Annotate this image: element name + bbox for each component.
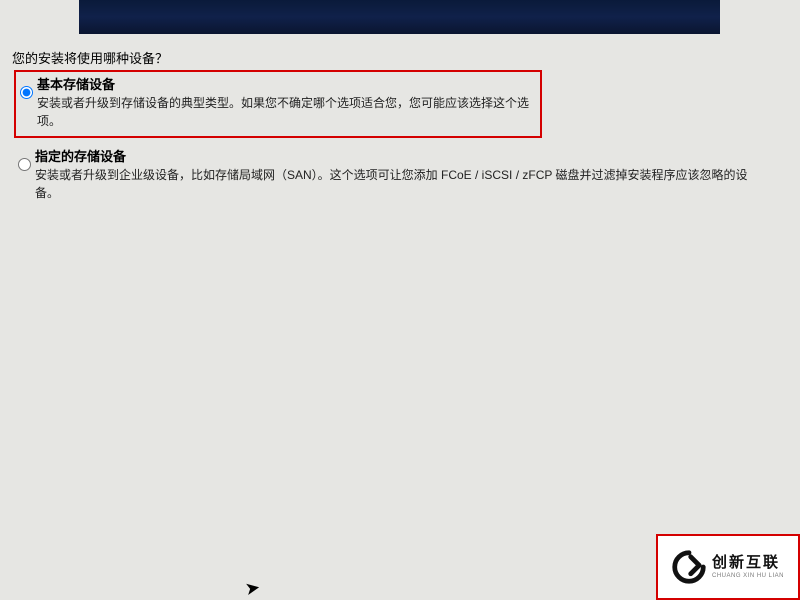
option-specified-storage[interactable]: 指定的存储设备 安装或者升级到企业级设备，比如存储局域网（SAN）。这个选项可让… — [14, 144, 754, 208]
logo-mark-icon — [672, 550, 706, 584]
option-specified-desc: 安装或者升级到企业级设备，比如存储局域网（SAN）。这个选项可让您添加 FCoE… — [35, 166, 750, 202]
radio-basic-storage[interactable] — [20, 86, 33, 99]
option-basic-storage[interactable]: 基本存储设备 安装或者升级到存储设备的典型类型。如果您不确定哪个选项适合您，您可… — [14, 70, 542, 138]
option-specified-text: 指定的存储设备 安装或者升级到企业级设备，比如存储局域网（SAN）。这个选项可让… — [35, 148, 750, 202]
option-basic-desc: 安装或者升级到存储设备的典型类型。如果您不确定哪个选项适合您，您可能应该选择这个… — [37, 94, 536, 130]
storage-options: 基本存储设备 安装或者升级到存储设备的典型类型。如果您不确定哪个选项适合您，您可… — [14, 70, 774, 214]
option-basic-title: 基本存储设备 — [37, 76, 536, 94]
logo-text-cn: 创新互联 — [712, 555, 784, 570]
logo-text-en: CHUANG XIN HU LIAN — [712, 573, 784, 579]
option-basic-text: 基本存储设备 安装或者升级到存储设备的典型类型。如果您不确定哪个选项适合您，您可… — [37, 76, 536, 130]
radio-specified-storage[interactable] — [18, 158, 31, 171]
page-question: 您的安装将使用哪种设备？ — [12, 48, 168, 67]
header-banner — [79, 0, 720, 34]
brand-logo: 创新互联 CHUANG XIN HU LIAN — [656, 534, 800, 600]
option-specified-title: 指定的存储设备 — [35, 148, 750, 166]
